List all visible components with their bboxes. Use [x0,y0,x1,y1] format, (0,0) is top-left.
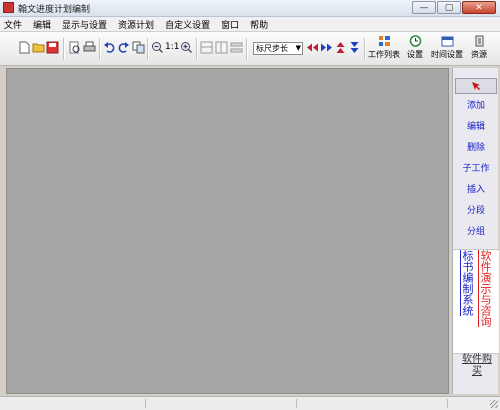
open-icon[interactable] [32,41,45,54]
step-select-value: 标尺步长 [256,44,288,53]
add-button[interactable]: 添加 [453,96,499,117]
step-right-icon[interactable] [320,41,333,54]
menu-window[interactable]: 窗口 [221,18,239,31]
window-controls: — ▢ ✕ [412,1,496,14]
calendar-icon [441,35,454,47]
status-cell [297,399,448,408]
status-cell [0,399,146,408]
close-button[interactable]: ✕ [462,1,496,14]
resource-label: 资源 [471,50,487,59]
step-left-icon[interactable] [306,41,319,54]
resource-icon [473,35,486,47]
menu-file[interactable]: 文件 [4,18,22,31]
side-panel: 添加 编辑 删除 子工作 插入 分段 分组 标书编制系统 软件演示与咨询 软件购… [452,68,499,394]
layout-b-icon[interactable] [215,41,228,54]
chevron-down-icon: ▼ [295,44,301,52]
promo-links: 标书编制系统 软件演示与咨询 [453,249,499,354]
undo-icon[interactable] [103,41,116,54]
title-bar: 翰文进度计划编制 — ▢ ✕ [0,0,500,17]
minimize-button[interactable]: — [412,1,436,14]
menu-bar: 文件 编辑 显示与设置 资源计划 自定义设置 窗口 帮助 [0,17,500,31]
step-up-icon[interactable] [334,41,347,54]
menu-custom-settings[interactable]: 自定义设置 [165,18,210,31]
copy-icon[interactable] [132,41,145,54]
print-preview-icon[interactable] [68,41,81,54]
status-bar [0,396,500,410]
maximize-button[interactable]: ▢ [437,1,461,14]
segment-button[interactable]: 分段 [453,201,499,222]
new-icon[interactable] [18,41,31,54]
side-actions: 添加 编辑 删除 子工作 插入 分段 分组 [453,96,499,243]
zoom-in-icon[interactable] [180,41,193,54]
toolbar: 1:1 标尺步长 ▼ 工作列表 设置 时间设置 资源 [0,32,500,66]
task-list-icon [378,35,391,47]
app-logo-icon [3,2,14,13]
step-down-icon[interactable] [348,41,361,54]
menu-display-settings[interactable]: 显示与设置 [62,18,107,31]
buy-software-link[interactable]: 软件购买 [461,354,493,378]
layout-c-icon[interactable] [230,41,243,54]
demo-consult-link[interactable]: 软件演示与咨询 [478,250,492,327]
delete-button[interactable]: 删除 [453,138,499,159]
menu-resource-plan[interactable]: 资源计划 [118,18,154,31]
redo-icon[interactable] [117,41,130,54]
settings-button[interactable]: 设置 [404,35,426,63]
menu-help[interactable]: 帮助 [250,18,268,31]
menu-edit[interactable]: 编辑 [33,18,51,31]
task-list-label: 工作列表 [368,50,400,59]
insert-button[interactable]: 插入 [453,180,499,201]
window-title: 翰文进度计划编制 [18,5,91,15]
print-icon[interactable] [83,41,96,54]
layout-a-icon[interactable] [200,41,213,54]
group-button[interactable]: 分组 [453,222,499,243]
save-icon[interactable] [46,41,59,54]
bid-system-link[interactable]: 标书编制系统 [460,250,474,316]
schedule-canvas[interactable] [6,68,449,394]
time-settings-button[interactable]: 时间设置 [430,35,464,63]
edit-button[interactable]: 编辑 [453,117,499,138]
pointer-tool-button[interactable] [455,78,497,94]
step-select[interactable]: 标尺步长 ▼ [253,42,303,55]
cursor-icon [472,82,480,90]
time-settings-label: 时间设置 [431,50,463,59]
zoom-actual-size-button[interactable]: 1:1 [165,42,179,52]
task-list-button[interactable]: 工作列表 [368,35,400,63]
resize-grip[interactable] [490,400,498,408]
clock-icon [409,35,422,47]
resource-button[interactable]: 资源 [468,35,490,63]
zoom-out-icon[interactable] [151,41,164,54]
status-cell [146,399,297,408]
settings-label: 设置 [407,50,423,59]
subtask-button[interactable]: 子工作 [453,159,499,180]
